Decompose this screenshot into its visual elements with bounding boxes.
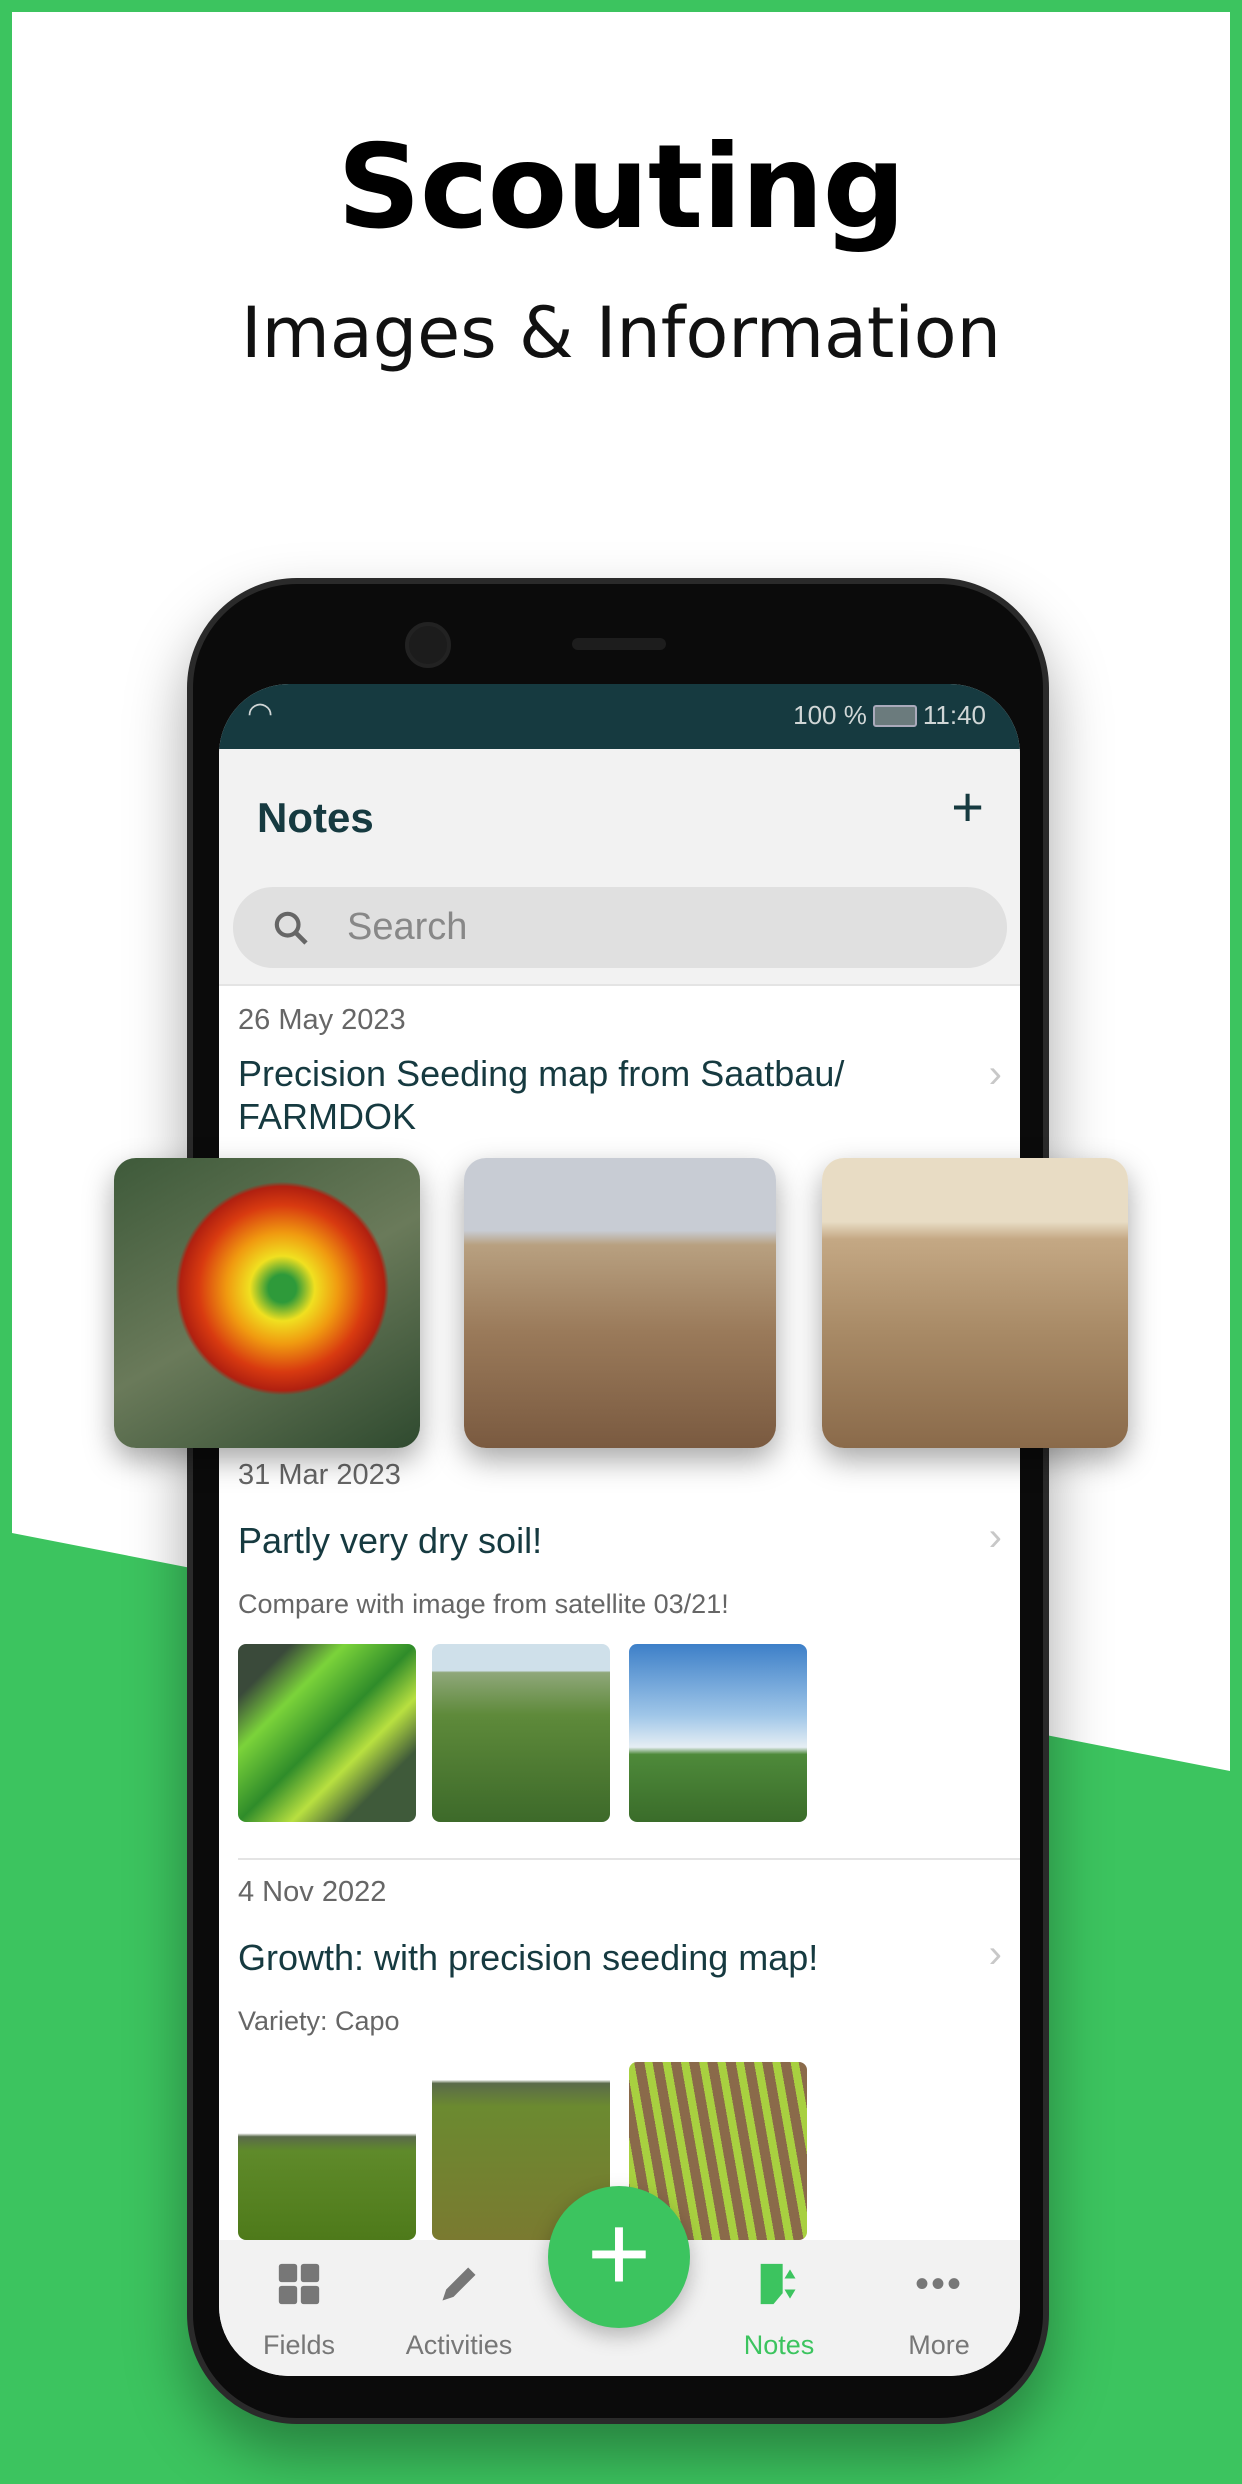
note-title: Partly very dry soil!	[238, 1520, 543, 1561]
note-title: Growth: with precision seeding map!	[238, 1937, 819, 1978]
note-date: 31 Mar 2023	[238, 1459, 401, 1491]
speaker	[572, 638, 666, 650]
thumbnail-image[interactable]	[238, 2062, 416, 2240]
page-title: Notes	[257, 794, 374, 841]
battery-icon	[872, 704, 917, 727]
battery-percent: 100 %	[793, 700, 867, 730]
note-subtitle: Compare with image from satellite 03/21!	[238, 1589, 729, 1619]
note-item[interactable]: 31 Mar 2023 Partly very dry soil! › Comp…	[219, 1459, 1020, 1839]
thumbnail-image[interactable]	[432, 1644, 610, 1822]
note-date: 4 Nov 2022	[238, 1876, 387, 1908]
thumbnail-image[interactable]	[629, 1644, 807, 1822]
wifi-icon: ◠	[247, 697, 274, 730]
status-bar: ◠ 100 % 11:40	[219, 684, 1020, 749]
divider	[238, 1858, 1020, 1860]
promo-title: Scouting	[337, 120, 905, 255]
note-title: Precision Seeding map from Saatbau/ FARM…	[238, 1053, 845, 1137]
heatmap-image[interactable]	[114, 1158, 420, 1448]
nav-fields[interactable]: Fields	[229, 2260, 369, 2361]
nav-label: Notes	[743, 2330, 815, 2360]
search-placeholder: Search	[347, 906, 468, 948]
nav-activities[interactable]: Activities	[389, 2260, 529, 2361]
note-subtitle: Variety: Capo	[238, 2006, 400, 2036]
plus-icon[interactable]: +	[951, 779, 984, 835]
phone-screen: ◠ 100 % 11:40 Notes + Search 26 May 2023…	[219, 684, 1020, 2376]
note-date: 26 May 2023	[238, 1004, 406, 1036]
divider	[219, 984, 1020, 986]
search-input[interactable]: Search	[233, 887, 1007, 968]
note-item[interactable]: 26 May 2023 Precision Seeding map from S…	[219, 1004, 1020, 1154]
corn-row-image[interactable]	[464, 1158, 776, 1448]
nav-label: Activities	[405, 2330, 513, 2360]
more-icon: •••	[914, 2261, 963, 2306]
clock: 11:40	[922, 700, 986, 730]
chevron-right-icon: ›	[988, 1052, 1002, 1096]
nav-label: More	[908, 2330, 970, 2360]
notes-icon	[760, 2263, 796, 2305]
pencil-icon	[442, 2267, 476, 2301]
corn-row-closeup-image[interactable]	[822, 1158, 1128, 1448]
search-icon	[274, 911, 308, 945]
promo-subtitle: Images & Information	[241, 292, 1001, 374]
add-fab-button[interactable]: +	[548, 2186, 690, 2328]
grid-icon	[278, 2263, 320, 2305]
nav-more[interactable]: ••• More	[869, 2260, 1009, 2361]
header: Notes + Search	[219, 749, 1020, 984]
nav-label: Fields	[262, 2330, 336, 2360]
thumbnail-image[interactable]	[238, 1644, 416, 1822]
chevron-right-icon: ›	[988, 1932, 1002, 1976]
chevron-right-icon: ›	[988, 1515, 1002, 1559]
nav-notes[interactable]: Notes	[709, 2260, 849, 2361]
camera	[405, 622, 451, 668]
